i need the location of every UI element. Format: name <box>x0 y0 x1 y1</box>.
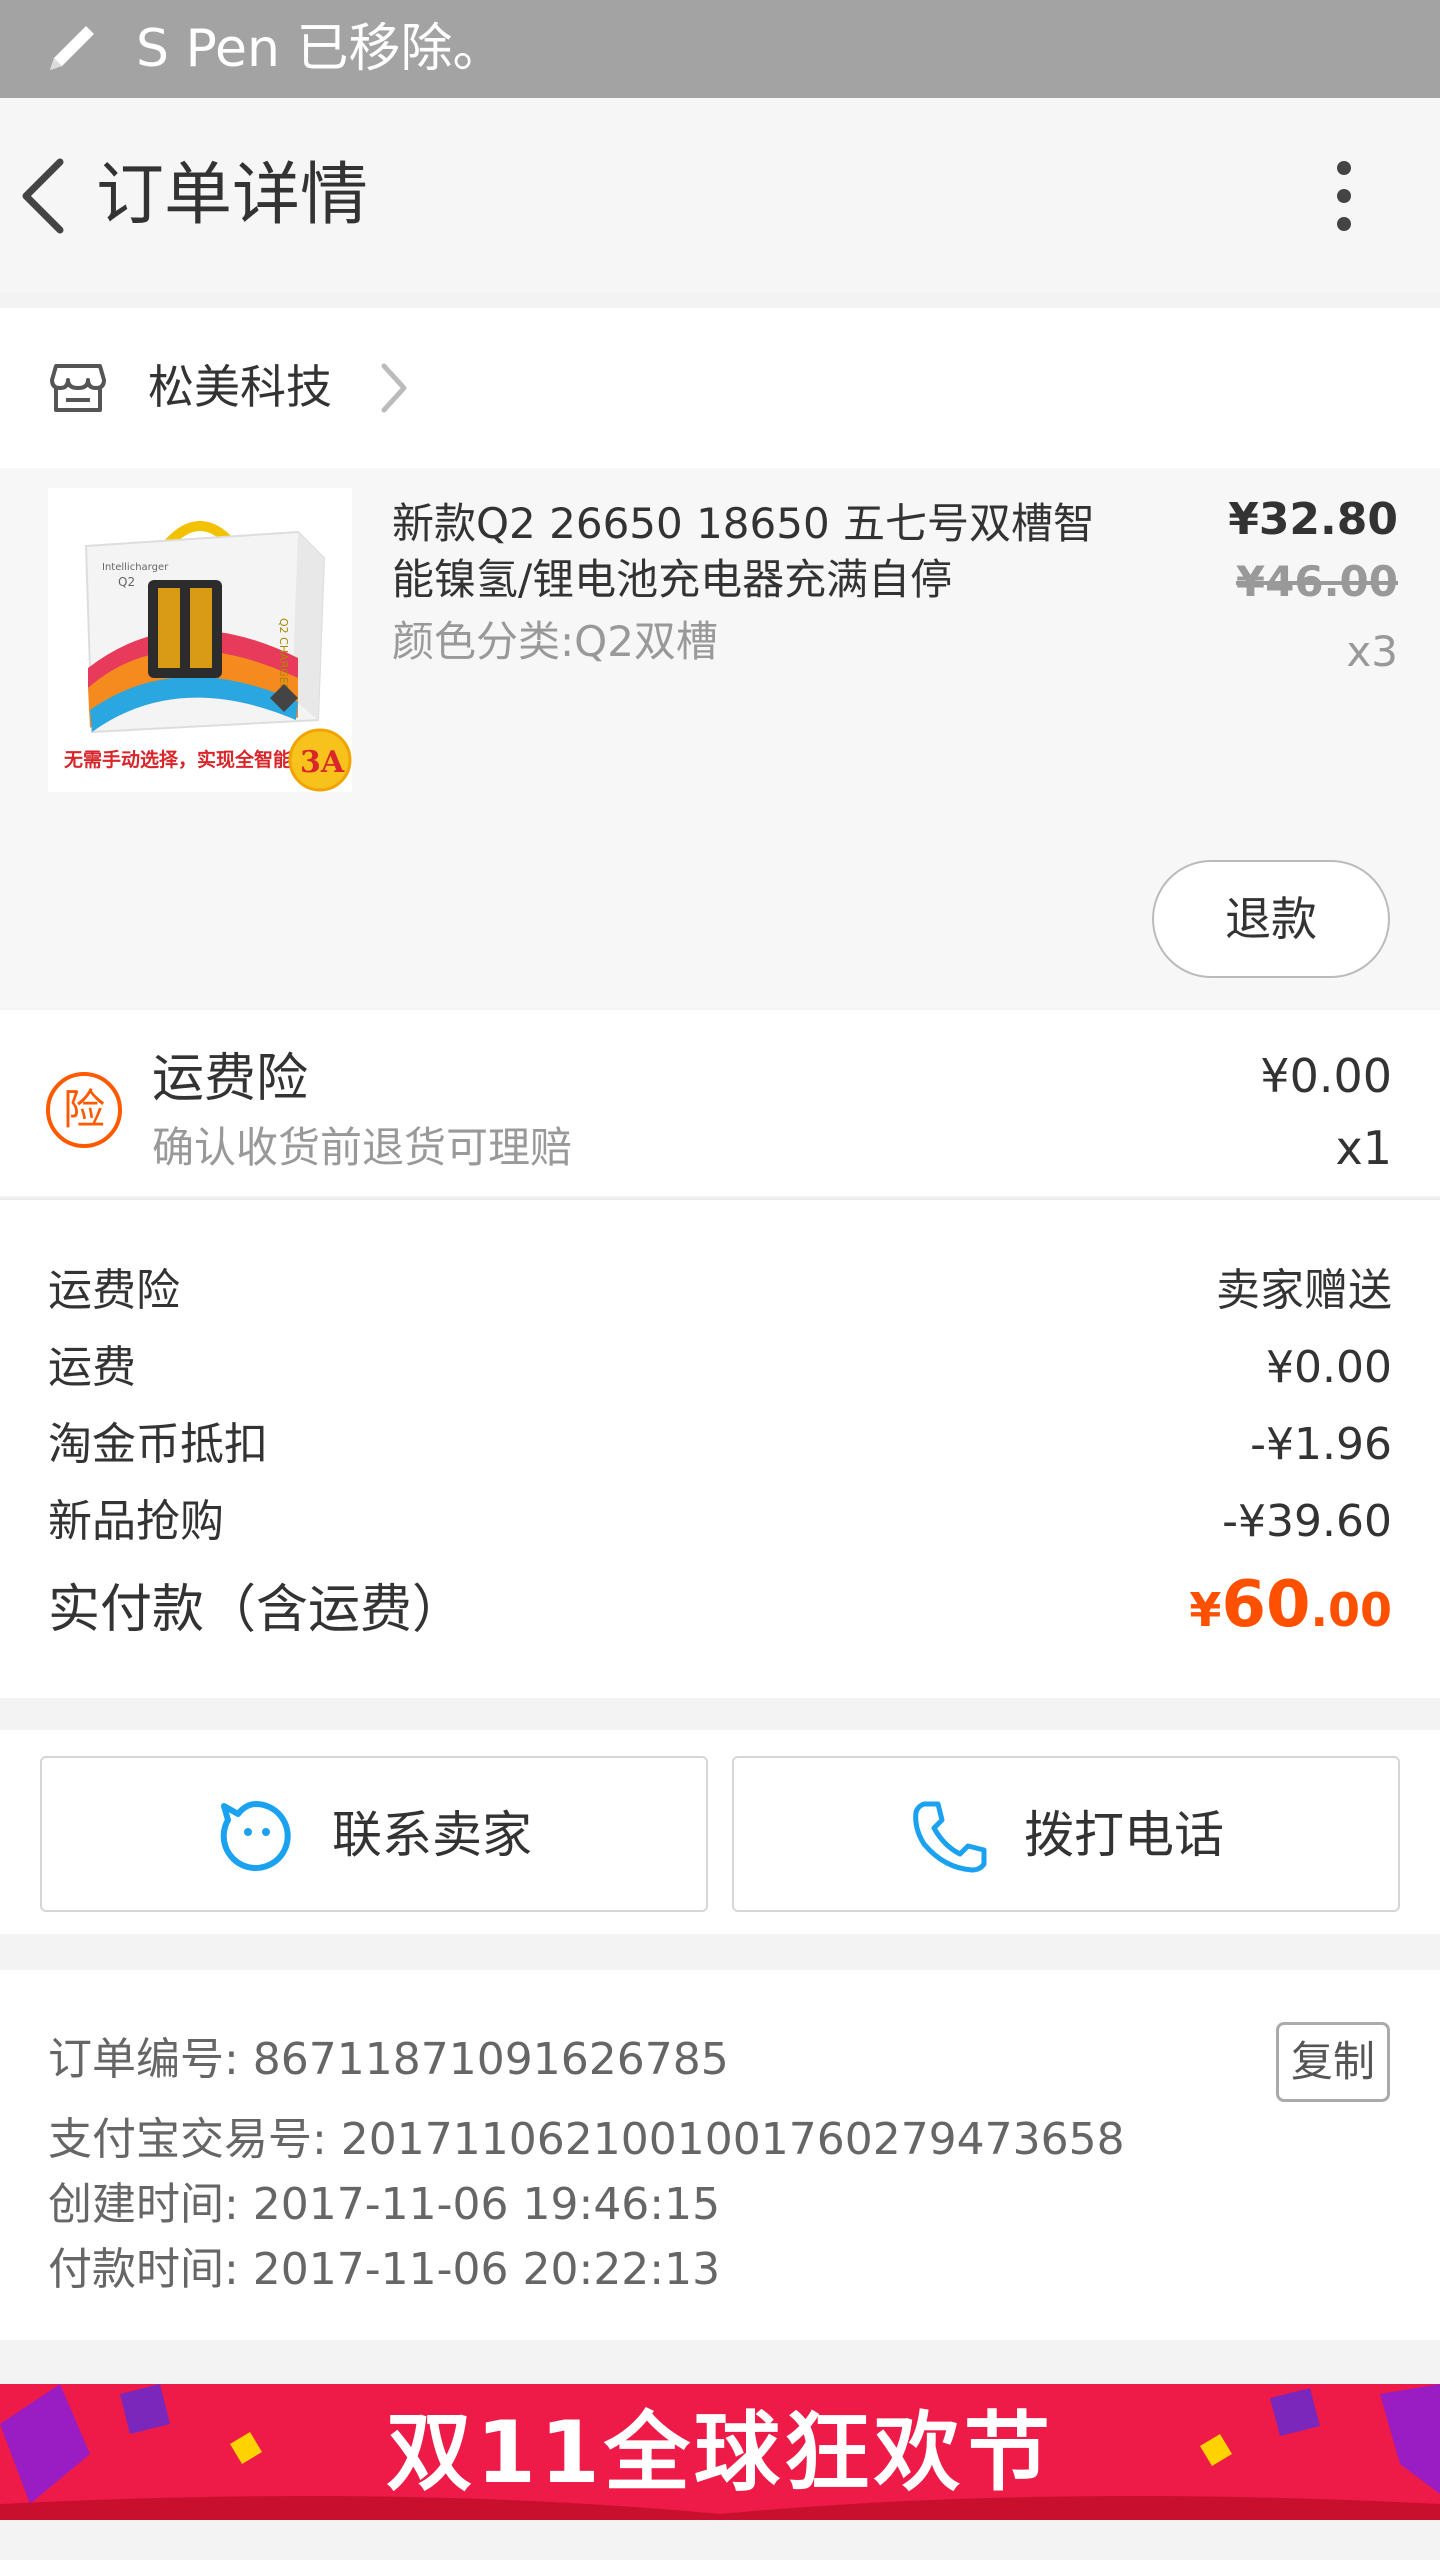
refund-button[interactable]: 退款 <box>1152 860 1390 978</box>
total-label: 实付款（含运费） <box>48 1580 465 1640</box>
order-meta: 订单编号: 867118710916267​85 支付宝交易号: 2017110… <box>0 1970 1440 2340</box>
banner-title: 双11全球狂欢节 <box>386 2403 1054 2503</box>
total-integer: 60 <box>1221 1568 1311 1642</box>
image-side-text: Q2 CHARGER <box>277 618 290 692</box>
fee-row: 运费险 卖家赠送 <box>48 1256 1392 1326</box>
contact-seller-label: 联系卖家 <box>332 1806 532 1864</box>
fee-label: 淘金币抵扣 <box>48 1419 268 1470</box>
total-decimal: .00 <box>1310 1583 1393 1637</box>
call-phone-label: 拨打电话 <box>1024 1806 1224 1864</box>
pen-icon <box>50 26 94 70</box>
shop-icon <box>50 364 106 412</box>
call-phone-button[interactable]: 拨打电话 <box>732 1756 1400 1912</box>
insurance-badge-icon: 险 <box>46 1072 122 1148</box>
product-original-price: ¥46.00 <box>1235 557 1398 606</box>
fee-row: 新品抢购 -¥39.60 <box>48 1487 1392 1557</box>
product-price: ¥32.80 <box>1228 494 1398 545</box>
back-arrow-icon[interactable] <box>14 156 74 236</box>
promo-banner[interactable]: 双11全球狂欢节 <box>0 2384 1440 2520</box>
image-model-text: Q2 <box>118 575 135 589</box>
product-image[interactable]: Intellicharger Q2 Q2 CHARGER 无需手动选择，实现全智… <box>48 488 352 792</box>
image-brand-text: Intellicharger <box>102 562 169 573</box>
fee-label: 运费 <box>48 1342 136 1393</box>
fee-value: -¥39.60 <box>1222 1496 1392 1547</box>
paid-time: 付款时间: 2017-11-06 20:22:13 <box>48 2244 721 2295</box>
insurance-quantity: x1 <box>1335 1121 1393 1175</box>
fee-value: ¥0.00 <box>1266 1342 1392 1393</box>
alipay-transaction-number: 支付宝交易号: 2017110621001001760279473658 <box>48 2114 1125 2165</box>
image-caption: 无需手动选择，实现全智能。 <box>64 748 311 771</box>
bottom-strip <box>0 2520 1440 2560</box>
fee-label: 新品抢购 <box>48 1496 224 1547</box>
shop-row[interactable]: 松美科技 <box>0 308 1440 468</box>
status-text: S Pen 已移除。 <box>136 19 505 79</box>
insurance-subtitle: 确认收货前退货可理赔 <box>152 1123 573 1172</box>
product-title[interactable]: 新款Q2 26650 18650 五七号双槽智能镍氢/锂电池充电器充满自停 <box>392 496 1112 608</box>
copy-button[interactable]: 复制 <box>1276 2022 1390 2102</box>
shop-name[interactable]: 松美科技 <box>148 356 332 418</box>
divider <box>0 1198 1440 1200</box>
nav-bar: 订单详情 <box>0 98 1440 292</box>
insurance-title: 运费险 <box>152 1049 309 1109</box>
image-badge: 3A <box>300 745 345 780</box>
order-number: 订单编号: 867118710916267​85 <box>48 2034 729 2085</box>
insurance-price: ¥0.00 <box>1260 1049 1392 1103</box>
total-amount: ¥60.00 <box>1189 1562 1392 1664</box>
more-options-icon[interactable] <box>1310 156 1370 236</box>
product-quantity: x3 <box>1346 627 1398 676</box>
action-buttons: 联系卖家 拨打电话 <box>0 1730 1440 1934</box>
fee-value: -¥1.96 <box>1250 1419 1392 1470</box>
total-currency: ¥ <box>1189 1583 1222 1637</box>
page-title: 订单详情 <box>96 156 369 235</box>
charger-box-illustration: Intellicharger Q2 Q2 CHARGER 无需手动选择，实现全智… <box>48 488 352 792</box>
fee-label: 运费险 <box>48 1265 180 1316</box>
system-status-bar: S Pen 已移除。 <box>0 0 1440 98</box>
shipping-insurance-row: 险 运费险 确认收货前退货可理赔 ¥0.00 x1 <box>0 1010 1440 1196</box>
order-item[interactable]: Intellicharger Q2 Q2 CHARGER 无需手动选择，实现全智… <box>0 468 1440 1008</box>
phone-icon <box>913 1801 987 1873</box>
product-sku: 颜色分类:Q2双槽 <box>392 617 718 666</box>
contact-seller-button[interactable]: 联系卖家 <box>40 1756 708 1912</box>
chevron-right-icon <box>381 363 407 413</box>
fee-row: 淘金币抵扣 -¥1.96 <box>48 1410 1392 1480</box>
fee-value: 卖家赠送 <box>1216 1265 1392 1316</box>
fee-row: 运费 ¥0.00 <box>48 1333 1392 1403</box>
created-time: 创建时间: 2017-11-06 19:46:15 <box>48 2179 721 2230</box>
chat-face-icon <box>220 1801 291 1871</box>
